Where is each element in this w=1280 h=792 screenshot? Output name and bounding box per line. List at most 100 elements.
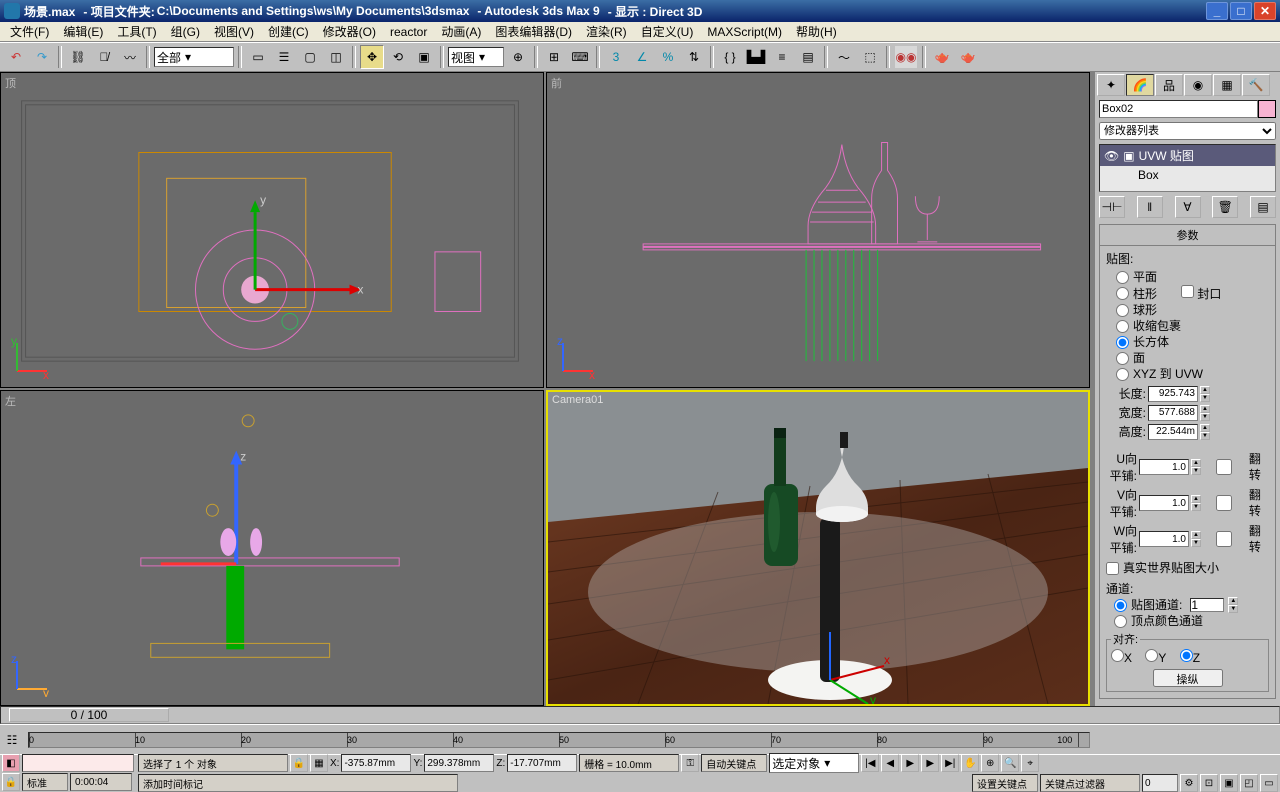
- height-input[interactable]: [1148, 424, 1198, 440]
- remove-modifier-button[interactable]: 🗑: [1212, 196, 1238, 218]
- selection-filter-dropdown[interactable]: 全部▾: [154, 47, 234, 67]
- wtile-input[interactable]: [1139, 531, 1189, 547]
- unlink-button[interactable]: ⛓̸: [92, 45, 116, 69]
- align-button[interactable]: ≡: [770, 45, 794, 69]
- nav-zoom-ext[interactable]: ▣: [1220, 774, 1238, 792]
- x-input[interactable]: [341, 754, 411, 772]
- menu-tools[interactable]: 工具(T): [111, 21, 162, 42]
- redo-button[interactable]: ↷: [30, 45, 54, 69]
- time-ruler[interactable]: 0 10 20 30 40 50 60 70 80 90 100: [28, 732, 1090, 748]
- keymode-dropdown[interactable]: 选定对象▾: [769, 753, 859, 773]
- menu-edit[interactable]: 编辑(E): [57, 21, 109, 42]
- align-y-radio[interactable]: Y: [1145, 653, 1166, 665]
- material-editor-button[interactable]: ◉◉: [894, 45, 918, 69]
- link-button[interactable]: ⛓: [66, 45, 90, 69]
- wflip-checkbox[interactable]: 翻转: [1203, 523, 1269, 555]
- select-move-button[interactable]: ✥: [360, 45, 384, 69]
- align-x-radio[interactable]: X: [1111, 653, 1132, 665]
- nav-zoom-button[interactable]: 🔍: [1001, 754, 1019, 772]
- menu-views[interactable]: 视图(V): [208, 21, 260, 42]
- undo-button[interactable]: ↶: [4, 45, 28, 69]
- object-name-input[interactable]: [1099, 100, 1258, 118]
- viewport-camera[interactable]: Camera01: [546, 390, 1090, 706]
- vtile-input[interactable]: [1139, 495, 1189, 511]
- panel-tab-modify[interactable]: 🌈: [1126, 74, 1154, 96]
- length-input[interactable]: [1148, 386, 1198, 402]
- quick-render-button[interactable]: 🫖: [956, 45, 980, 69]
- mapchannel-spinner[interactable]: ▲▼: [1228, 597, 1238, 613]
- autokey-button[interactable]: 自动关键点: [701, 754, 767, 772]
- absolute-relative-button[interactable]: ▦: [310, 754, 328, 772]
- width-spinner[interactable]: ▲▼: [1200, 405, 1210, 421]
- uflip-checkbox[interactable]: 翻转: [1203, 451, 1269, 483]
- ref-coord-dropdown[interactable]: 视图▾: [448, 47, 504, 67]
- show-end-result-button[interactable]: ‖: [1137, 196, 1163, 218]
- nav-region[interactable]: ◰: [1240, 774, 1258, 792]
- vtile-spinner[interactable]: ▲▼: [1191, 495, 1201, 511]
- realworld-checkbox[interactable]: 真实世界贴图大小: [1106, 560, 1269, 576]
- nav-arc-button[interactable]: ⊕: [981, 754, 999, 772]
- nav-maximize[interactable]: ▭: [1260, 774, 1278, 792]
- prompt-field[interactable]: [22, 754, 134, 772]
- maptype-xyz[interactable]: XYZ 到 UVW: [1116, 366, 1269, 382]
- nav-pan-button[interactable]: ✋: [961, 754, 979, 772]
- minimize-button[interactable]: _: [1206, 2, 1228, 20]
- panel-tab-hierarchy[interactable]: 品: [1155, 74, 1183, 96]
- utile-spinner[interactable]: ▲▼: [1191, 459, 1201, 475]
- menu-customize[interactable]: 自定义(U): [635, 21, 700, 42]
- snap-toggle-button[interactable]: 3: [604, 45, 628, 69]
- manipulate-button[interactable]: ⊞: [542, 45, 566, 69]
- named-selection-button[interactable]: { }: [718, 45, 742, 69]
- time-tag-field[interactable]: 添加时间标记: [138, 774, 458, 792]
- panel-tab-motion[interactable]: ◉: [1184, 74, 1212, 96]
- length-spinner[interactable]: ▲▼: [1200, 386, 1210, 402]
- object-color-swatch[interactable]: [1258, 100, 1276, 118]
- mapchannel-radio[interactable]: 贴图通道:▲▼: [1114, 597, 1269, 613]
- align-z-radio[interactable]: Z: [1180, 653, 1200, 665]
- key-icon[interactable]: ⚿: [681, 754, 699, 772]
- layers-button[interactable]: ▤: [796, 45, 820, 69]
- select-by-name-button[interactable]: ☰: [272, 45, 296, 69]
- vcol-radio[interactable]: 顶点颜色通道: [1114, 613, 1269, 629]
- menu-group[interactable]: 组(G): [165, 21, 206, 42]
- prev-frame-button[interactable]: ◀: [881, 754, 899, 772]
- modifier-list-dropdown[interactable]: 修改器列表: [1099, 122, 1276, 140]
- window-crossing-button[interactable]: ◫: [324, 45, 348, 69]
- select-scale-button[interactable]: ▣: [412, 45, 436, 69]
- maximize-button[interactable]: □: [1230, 2, 1252, 20]
- select-object-button[interactable]: ▭: [246, 45, 270, 69]
- menu-render[interactable]: 渲染(R): [580, 21, 633, 42]
- fit-button[interactable]: 操纵: [1153, 669, 1223, 687]
- lock-selection-button[interactable]: 🔒: [290, 754, 308, 772]
- goto-start-button[interactable]: |◀: [861, 754, 879, 772]
- viewport-front[interactable]: 前: [546, 72, 1090, 388]
- configure-sets-button[interactable]: ▤: [1250, 196, 1276, 218]
- maptype-shrink[interactable]: 收缩包裹: [1116, 318, 1269, 334]
- nav-zoom-all[interactable]: ⊡: [1200, 774, 1218, 792]
- lock-ui-button[interactable]: 🔒: [2, 773, 20, 791]
- menu-reactor[interactable]: reactor: [384, 23, 433, 41]
- utile-input[interactable]: [1139, 459, 1189, 475]
- maptype-planar[interactable]: 平面: [1116, 269, 1269, 285]
- cap-checkbox[interactable]: [1181, 285, 1194, 298]
- percent-snap-button[interactable]: %: [656, 45, 680, 69]
- stack-box[interactable]: Box: [1138, 168, 1159, 182]
- panel-tab-utilities[interactable]: 🔨: [1242, 74, 1270, 96]
- next-frame-button[interactable]: ▶: [921, 754, 939, 772]
- open-trackview-button[interactable]: ☷: [0, 728, 24, 752]
- close-button[interactable]: ✕: [1254, 2, 1276, 20]
- menu-maxscript[interactable]: MAXScript(M): [701, 23, 788, 41]
- goto-end-button[interactable]: ▶|: [941, 754, 959, 772]
- pin-stack-button[interactable]: ⊣⊢: [1099, 196, 1125, 218]
- rect-select-button[interactable]: ▢: [298, 45, 322, 69]
- menu-file[interactable]: 文件(F): [4, 21, 55, 42]
- pivot-center-button[interactable]: ⊕: [506, 45, 530, 69]
- curve-editor-button[interactable]: 〜: [832, 45, 856, 69]
- bind-spacewarp-button[interactable]: 〰: [118, 45, 142, 69]
- key-filters-button[interactable]: 关键点过滤器: [1040, 774, 1140, 792]
- maptype-box[interactable]: 长方体: [1116, 334, 1269, 350]
- maptype-cyl[interactable]: 柱形 封口: [1116, 285, 1269, 302]
- width-input[interactable]: [1148, 405, 1198, 421]
- menu-create[interactable]: 创建(C): [262, 21, 315, 42]
- render-scene-button[interactable]: 🫖: [930, 45, 954, 69]
